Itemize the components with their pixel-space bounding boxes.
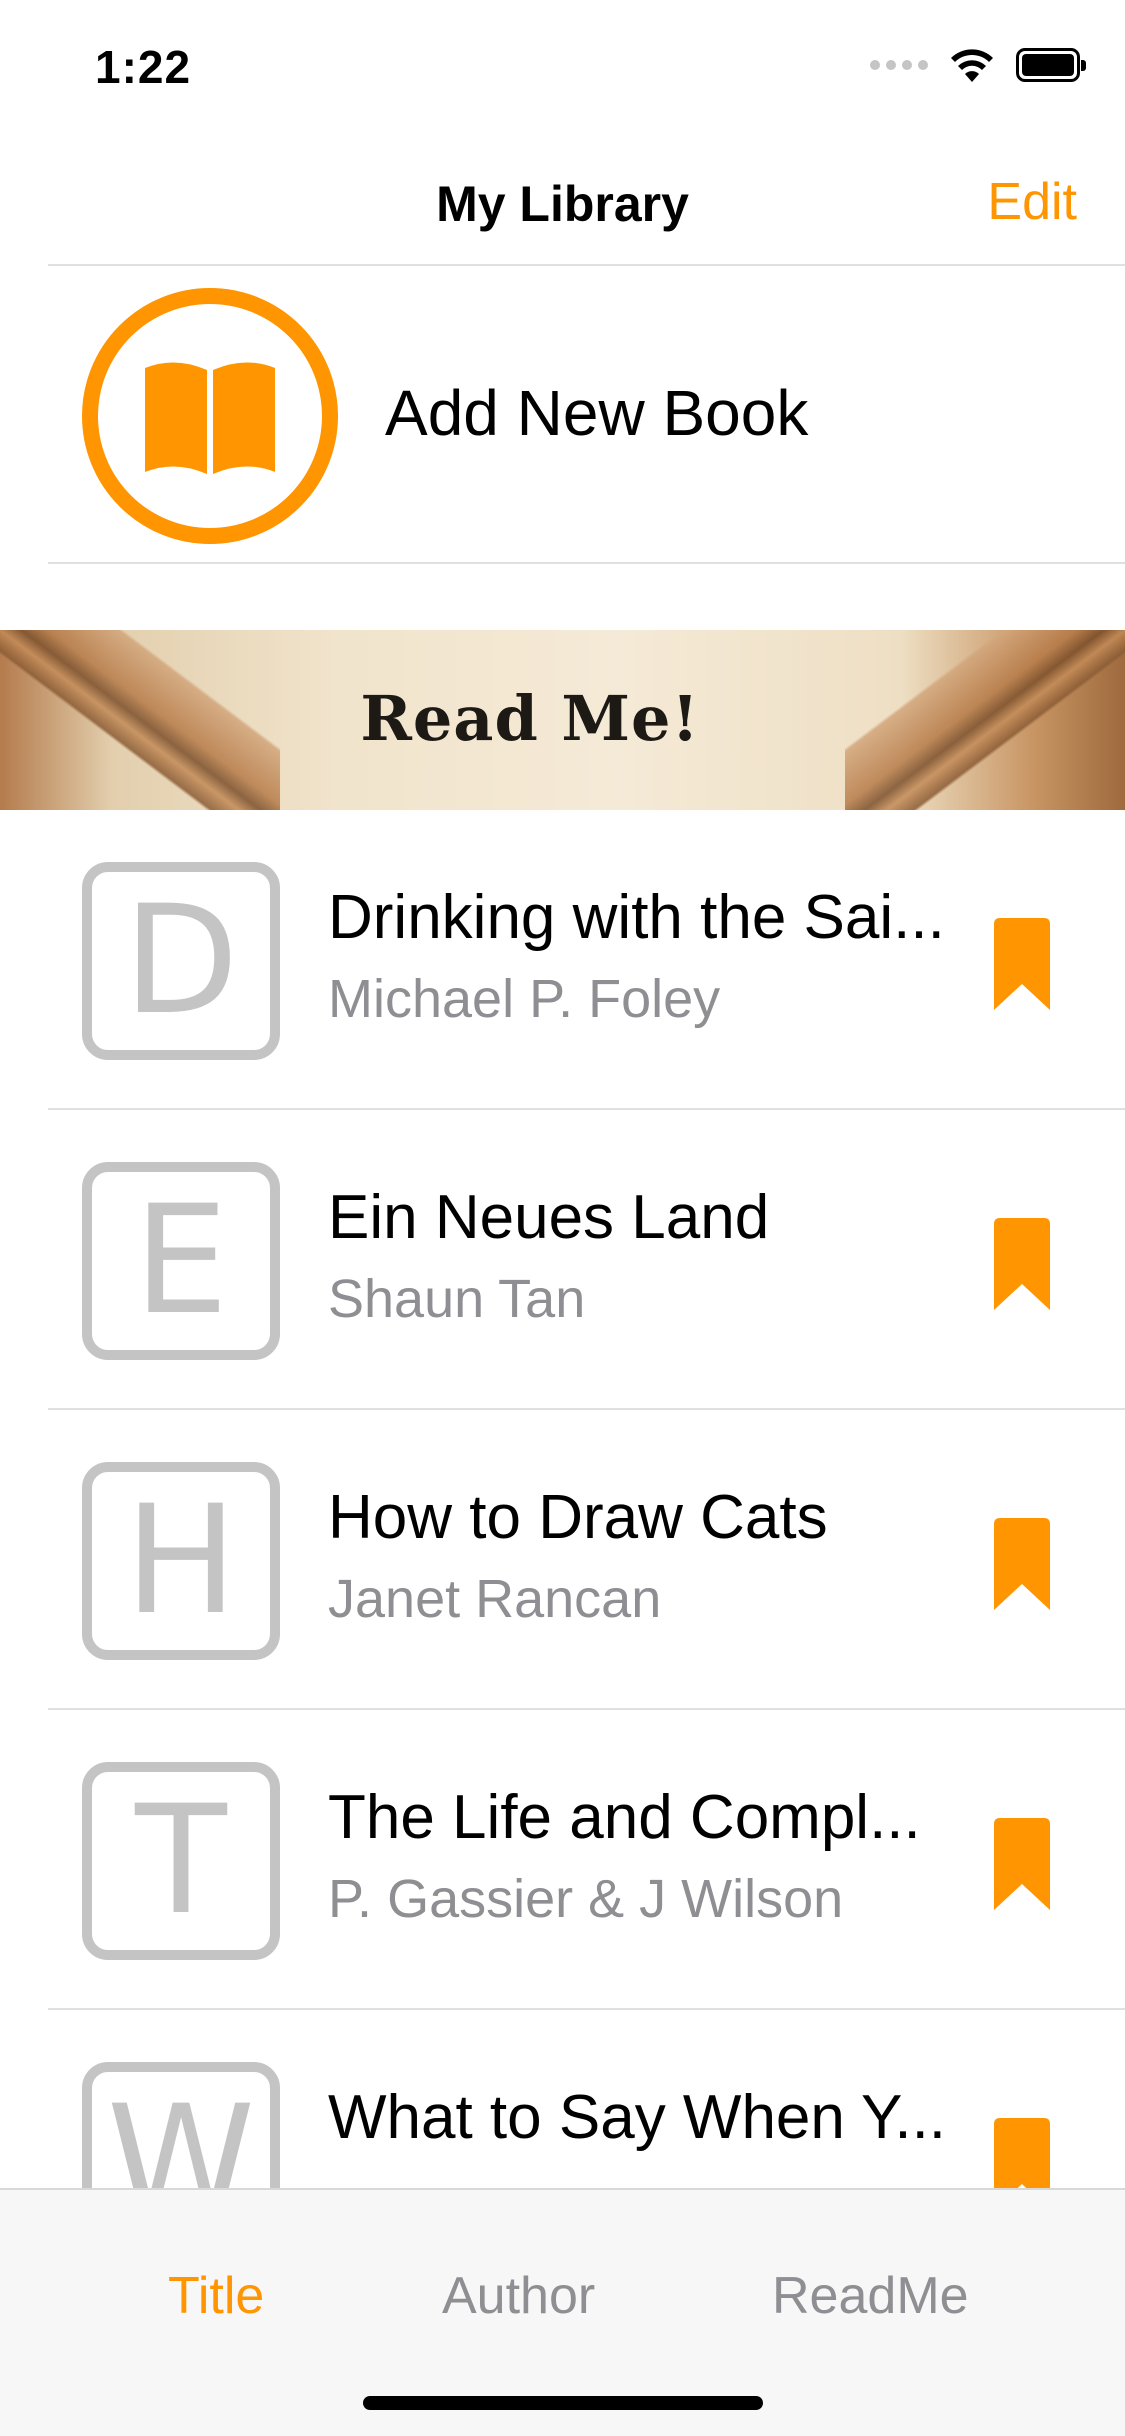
wifi-icon [951,49,993,82]
book-thumbnail: D [82,862,280,1060]
list-item[interactable]: E Ein Neues Land Shaun Tan [0,1110,1125,1410]
tab-author[interactable]: Author [442,2266,595,2326]
book-thumbnail: E [82,1162,280,1360]
bookmark-icon[interactable] [994,2118,1050,2188]
tab-title[interactable]: Title [168,2266,264,2326]
edit-button[interactable]: Edit [987,172,1077,232]
navigation-bar: My Library Edit [0,135,1125,265]
page-title: My Library [436,176,689,232]
bookmark-icon[interactable] [994,1818,1050,1910]
banner-title: Read Me! [360,682,700,755]
cellular-signal-icon [870,60,928,70]
bookmark-icon[interactable] [994,1518,1050,1610]
book-author: Janet Rancan [328,1569,662,1629]
home-indicator[interactable] [363,2396,763,2410]
list-item[interactable]: H How to Draw Cats Janet Rancan [0,1410,1125,1710]
book-title: What to Say When Y... [328,2083,947,2152]
open-book-icon [82,288,338,544]
bookmark-icon[interactable] [994,918,1050,1010]
book-author: Shaun Tan [328,1269,586,1329]
book-title: The Life and Compl... [328,1783,921,1852]
book-title: Ein Neues Land [328,1183,770,1252]
status-time: 1:22 [95,41,192,93]
list-item[interactable]: D Drinking with the Sai... Michael P. Fo… [0,810,1125,1110]
book-title: Drinking with the Sai... [328,883,945,952]
book-author: Michael P. Foley [328,969,721,1029]
list-item[interactable]: W What to Say When Y... [0,2010,1125,2188]
book-title: How to Draw Cats [328,1483,828,1552]
divider [48,562,1125,564]
bookmark-icon[interactable] [994,1218,1050,1310]
book-author: P. Gassier & J Wilson [328,1869,844,1929]
add-new-book-label: Add New Book [385,377,809,449]
tab-readme[interactable]: ReadMe [772,2266,969,2326]
status-icons [870,48,1086,82]
status-bar: 1:22 [0,0,1125,135]
book-thumbnail: H [82,1462,280,1660]
book-list[interactable]: D Drinking with the Sai... Michael P. Fo… [0,810,1125,2188]
library-screen: 1:22 My Library Edit Add New Book Read M… [0,0,1125,2436]
battery-icon [1016,48,1086,82]
book-thumbnail: T [82,1762,280,1960]
add-new-book-row[interactable]: Add New Book [0,266,1125,562]
list-item[interactable]: T The Life and Compl... P. Gassier & J W… [0,1710,1125,2010]
read-me-banner[interactable]: Read Me! [0,630,1125,810]
book-thumbnail: W [82,2062,280,2188]
